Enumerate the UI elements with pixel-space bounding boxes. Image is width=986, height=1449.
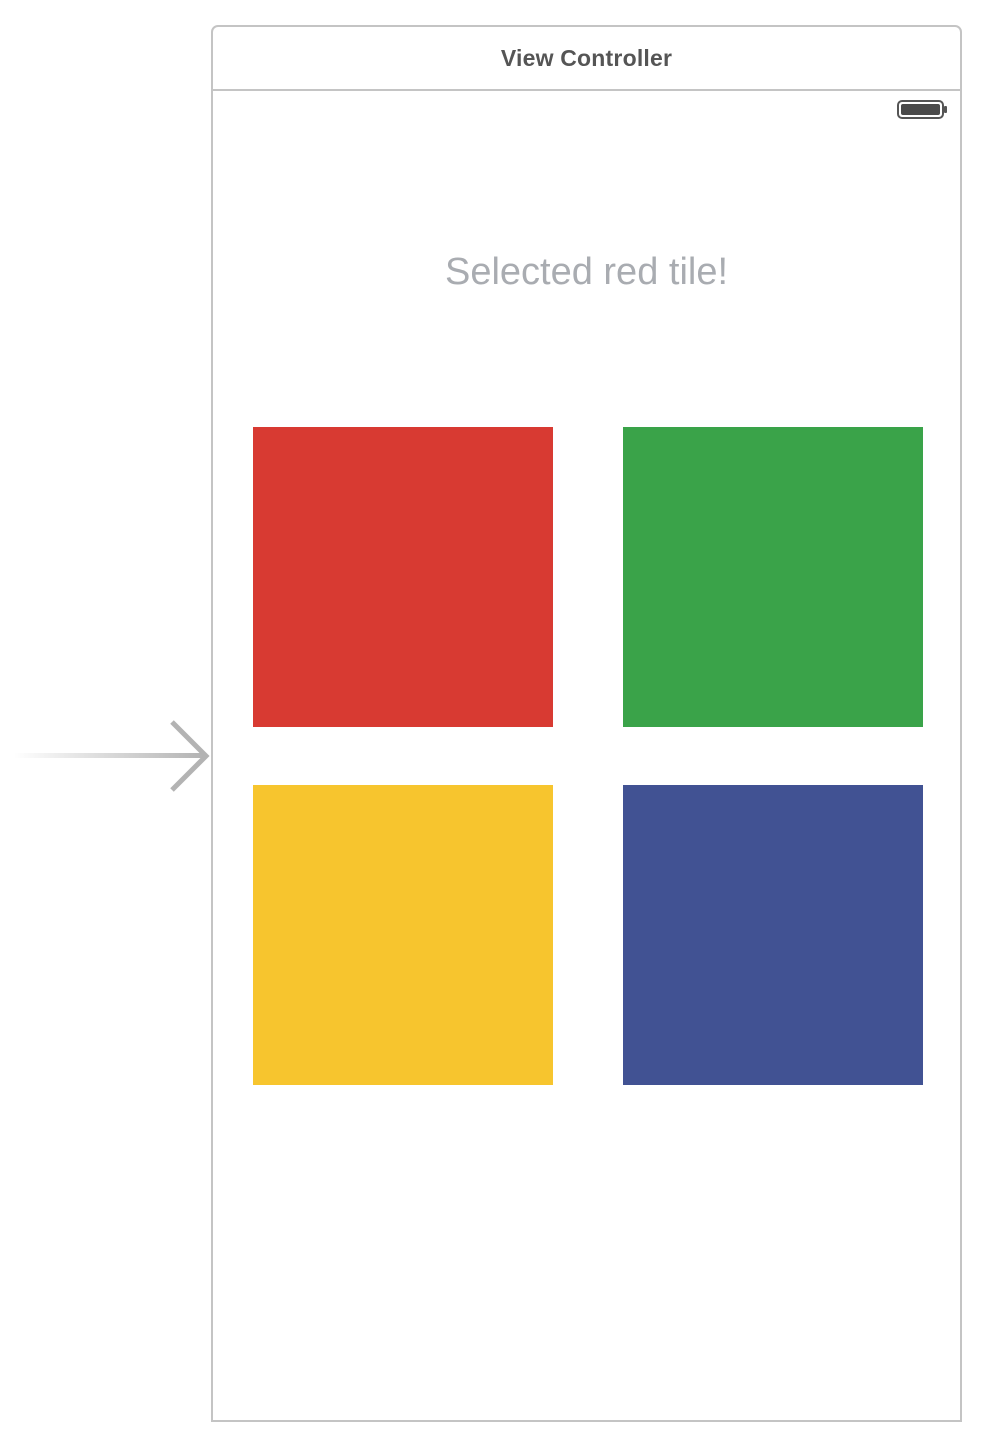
battery-icon <box>897 100 947 119</box>
scene-header[interactable]: View Controller <box>213 27 960 91</box>
red-tile[interactable] <box>253 427 553 727</box>
selected-tile-label: Selected red tile! <box>444 251 729 293</box>
green-tile[interactable] <box>623 427 923 727</box>
view-controller-scene[interactable]: View Controller Selected red tile! <box>211 25 962 1422</box>
initial-view-controller-arrow-icon <box>14 720 210 792</box>
scene-title: View Controller <box>500 44 673 71</box>
yellow-tile[interactable] <box>253 785 553 1085</box>
blue-tile[interactable] <box>623 785 923 1085</box>
